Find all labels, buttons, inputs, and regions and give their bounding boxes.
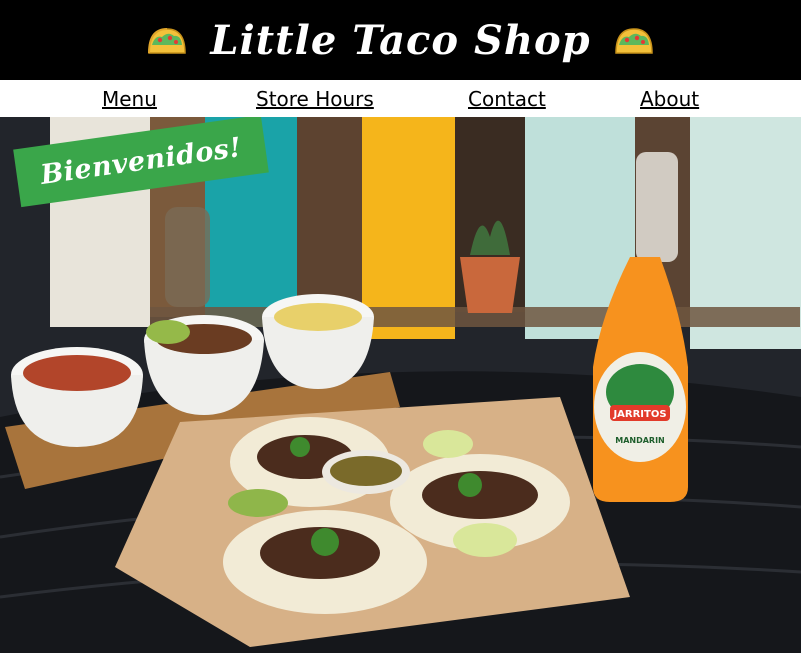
main-nav: Menu Store Hours Contact About [0,80,801,117]
nav-link-store-hours[interactable]: Store Hours [256,87,374,111]
bottle-brand-label: JARRITOS [612,409,666,420]
site-header: Little Taco Shop [0,0,801,80]
taco-icon [614,28,653,54]
taco-icon [148,28,187,54]
page-bottom [0,653,801,667]
nav-link-menu[interactable]: Menu [102,87,157,111]
hero-photo: JARRITOS MANDARIN [0,117,801,653]
site-title: Little Taco Shop [210,16,591,64]
nav-link-about[interactable]: About [640,87,699,111]
bottle-flavor-label: MANDARIN [615,436,665,445]
nav-link-contact[interactable]: Contact [468,87,546,111]
hero-image: JARRITOS MANDARIN Bienvenidos! [0,117,801,653]
